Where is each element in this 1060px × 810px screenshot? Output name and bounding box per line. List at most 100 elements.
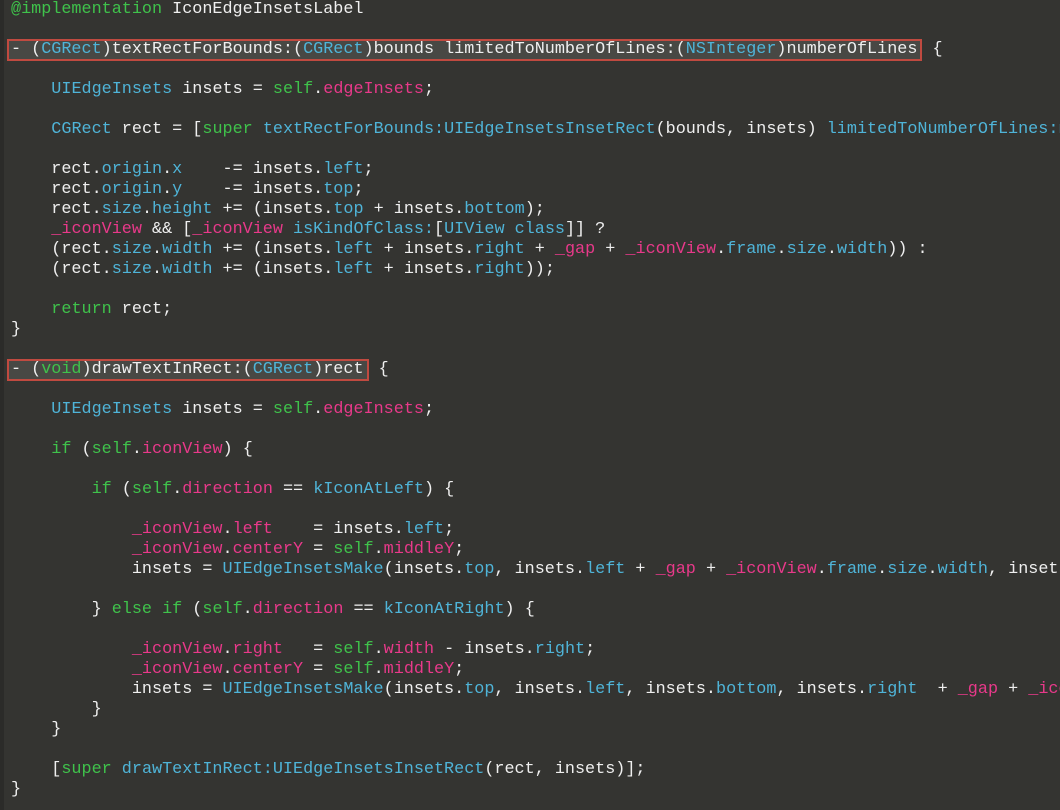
code-token: CGRect — [41, 40, 102, 59]
code-line[interactable]: } else if (self.direction == kIconAtRigh… — [11, 600, 1060, 620]
code-token: + — [917, 680, 958, 699]
code-token: insets = — [11, 680, 223, 699]
code-token: . — [242, 600, 253, 619]
code-line[interactable]: rect.size.height += (insets.top + insets… — [11, 200, 1060, 220]
code-token: )) : — [887, 240, 928, 259]
code-token: ; — [363, 160, 374, 179]
code-line[interactable]: _iconView.centerY = self.middleY; — [11, 660, 1060, 680]
code-token: else if — [111, 600, 183, 619]
code-line[interactable]: CGRect rect = [super textRectForBounds:U… — [11, 120, 1060, 140]
code-line[interactable] — [11, 280, 1060, 300]
code-token: kIconAtLeft — [313, 480, 424, 499]
code-line[interactable] — [11, 60, 1060, 80]
code-line[interactable]: rect.origin.y -= insets.top; — [11, 180, 1060, 200]
code-token: insets = — [172, 80, 273, 99]
code-token: y — [172, 180, 183, 199]
code-line[interactable]: insets = UIEdgeInsetsMake(insets.top, in… — [11, 560, 1060, 580]
code-line[interactable] — [11, 460, 1060, 480]
code-token: frame — [826, 560, 878, 579]
code-line[interactable] — [11, 740, 1060, 760]
code-token: += (insets. — [212, 240, 334, 259]
code-line[interactable]: _iconView.centerY = self.middleY; — [11, 540, 1060, 560]
method-signature-line[interactable]: - (CGRect)textRectForBounds:(CGRect)boun… — [7, 39, 1060, 61]
code-token: ; — [585, 640, 596, 659]
code-line[interactable] — [11, 20, 1060, 40]
code-token: (rect. — [11, 260, 112, 279]
code-line[interactable]: rect.origin.x -= insets.left; — [11, 160, 1060, 180]
code-token: . — [877, 560, 888, 579]
code-token: centerY — [232, 660, 304, 679]
code-token: -= insets. — [182, 180, 324, 199]
code-token: if — [91, 480, 112, 499]
code-token: bottom — [464, 200, 525, 219]
code-line[interactable] — [11, 620, 1060, 640]
code-editor[interactable]: @implementation IconEdgeInsetsLabel - (C… — [0, 0, 1060, 810]
code-token: isKindOfClass: — [293, 220, 435, 239]
code-token: self — [272, 400, 314, 419]
code-token: )); — [524, 260, 555, 279]
code-line[interactable]: if (self.iconView) { — [11, 440, 1060, 460]
code-line[interactable]: (rect.size.width += (insets.left + inset… — [11, 240, 1060, 260]
code-token: UIEdgeInsets — [51, 400, 173, 419]
code-token: _gap — [655, 560, 696, 579]
code-token: _gap — [554, 240, 596, 259]
code-token: { — [922, 40, 943, 59]
editor-gutter — [0, 0, 4, 810]
code-line[interactable]: UIEdgeInsets insets = self.edgeInsets; — [11, 400, 1060, 420]
code-token: right — [474, 240, 525, 259]
code-line[interactable]: if (self.direction == kIconAtLeft) { — [11, 480, 1060, 500]
code-token: left — [333, 260, 374, 279]
code-token: right — [867, 680, 918, 699]
code-token: (rect. — [11, 240, 112, 259]
code-token: + — [524, 240, 555, 259]
code-area[interactable]: @implementation IconEdgeInsetsLabel - (C… — [7, 0, 1060, 800]
code-line[interactable]: } — [11, 700, 1060, 720]
code-token: bottom — [716, 680, 777, 699]
code-line[interactable]: } — [11, 780, 1060, 800]
code-token: top — [464, 680, 495, 699]
code-token: rect. — [11, 160, 102, 179]
code-line[interactable] — [11, 140, 1060, 160]
code-token: edgeInsets — [323, 400, 424, 419]
code-token: self — [202, 600, 243, 619]
code-line[interactable]: [super drawTextInRect:UIEdgeInsetsInsetR… — [11, 760, 1060, 780]
code-token: , insets. — [776, 680, 868, 699]
code-line[interactable]: } — [11, 720, 1060, 740]
code-token: _iconView — [1028, 680, 1060, 699]
code-line[interactable] — [11, 420, 1060, 440]
code-token: } — [11, 600, 112, 619]
code-token: width — [162, 260, 213, 279]
code-line[interactable]: @implementation IconEdgeInsetsLabel — [11, 0, 1060, 20]
code-token: right — [534, 640, 586, 659]
code-token: left — [403, 520, 445, 539]
method-signature-line[interactable]: - (void)drawTextInRect:(CGRect)rect { — [7, 359, 1060, 381]
code-token: (bounds, insets) — [655, 120, 827, 139]
code-token: ) { — [504, 600, 535, 619]
code-line[interactable]: _iconView && [_iconView isKindOfClass:[U… — [11, 220, 1060, 240]
code-line[interactable]: insets = UIEdgeInsetsMake(insets.top, in… — [11, 680, 1060, 700]
code-token: . — [826, 240, 837, 259]
code-line[interactable] — [11, 580, 1060, 600]
code-token: ); — [524, 200, 545, 219]
code-token: _iconView — [131, 540, 223, 559]
code-line[interactable]: (rect.size.width += (insets.left + inset… — [11, 260, 1060, 280]
code-token: left — [323, 160, 364, 179]
code-token: textRectForBounds:UIEdgeInsetsInsetRect — [262, 120, 656, 139]
code-token: return — [51, 300, 112, 319]
code-line[interactable] — [11, 100, 1060, 120]
code-line[interactable]: _iconView.right = self.width - insets.ri… — [11, 640, 1060, 660]
code-token: [ — [11, 760, 62, 779]
code-line[interactable]: return rect; — [11, 300, 1060, 320]
code-line[interactable]: UIEdgeInsets insets = self.edgeInsets; — [11, 80, 1060, 100]
code-line[interactable]: } — [11, 320, 1060, 340]
code-token: , insets. — [987, 560, 1060, 579]
code-token: (insets. — [383, 560, 465, 579]
code-line[interactable]: _iconView.left = insets.left; — [11, 520, 1060, 540]
code-token: size — [786, 240, 827, 259]
code-line[interactable] — [11, 340, 1060, 360]
code-line[interactable] — [11, 500, 1060, 520]
code-line[interactable] — [11, 380, 1060, 400]
